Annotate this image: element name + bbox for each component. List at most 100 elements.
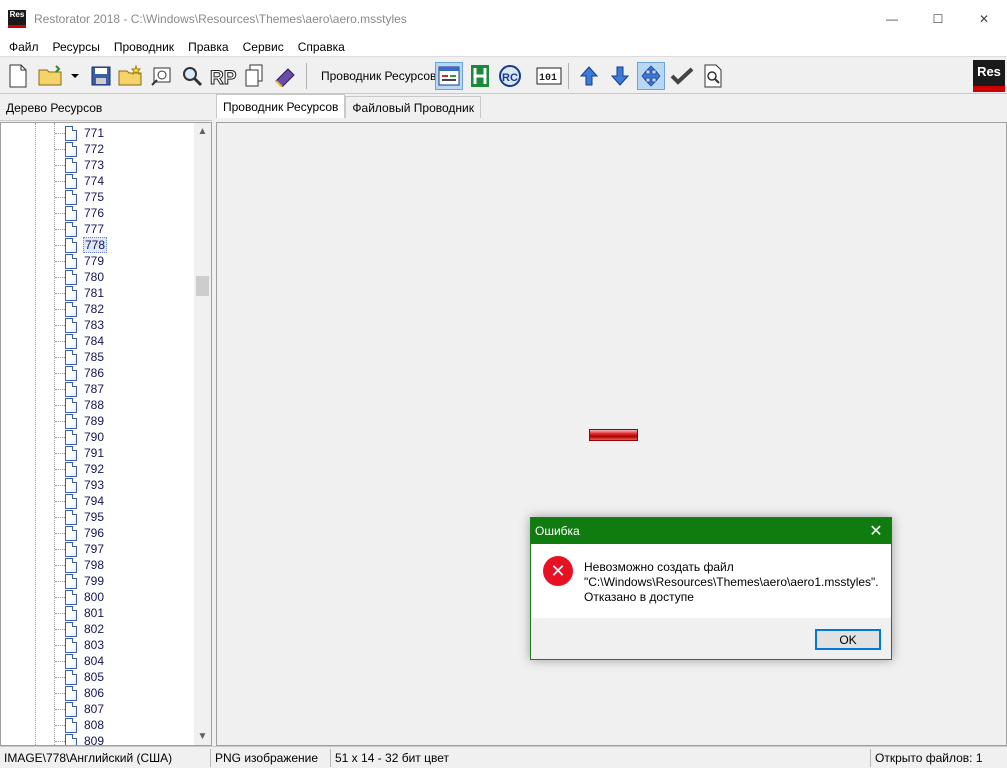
tree-item[interactable]: 775: [55, 189, 105, 205]
menu-resources[interactable]: Ресурсы: [46, 40, 107, 54]
open-folder-icon[interactable]: [37, 62, 65, 90]
ok-button[interactable]: OK: [815, 629, 881, 650]
tree-item[interactable]: 798: [55, 557, 105, 573]
tree-connector: [55, 276, 65, 278]
menu-service[interactable]: Сервис: [236, 40, 291, 54]
tree-connector: [55, 164, 65, 166]
tree-item[interactable]: 777: [55, 221, 105, 237]
tree-item[interactable]: 802: [55, 621, 105, 637]
tree-item[interactable]: 785: [55, 349, 105, 365]
tree-item[interactable]: 779: [55, 253, 105, 269]
tree-item[interactable]: 773: [55, 157, 105, 173]
scroll-up-icon[interactable]: ▲: [194, 123, 211, 140]
copy-pages-icon[interactable]: [240, 62, 268, 90]
tree-item[interactable]: 801: [55, 605, 105, 621]
tree-item[interactable]: 776: [55, 205, 105, 221]
close-button[interactable]: ✕: [961, 0, 1007, 38]
status-dimensions: 51 x 14 - 32 бит цвет: [335, 751, 449, 765]
fit-view-icon[interactable]: [637, 62, 665, 90]
scrollbar-thumb[interactable]: [196, 276, 209, 296]
tree-connector: [55, 676, 65, 678]
tree-item[interactable]: 789: [55, 413, 105, 429]
tree-item[interactable]: 774: [55, 173, 105, 189]
tree-item[interactable]: 778: [55, 237, 108, 253]
tree-item-label: 794: [84, 494, 105, 508]
arrow-down-icon[interactable]: [606, 62, 634, 90]
resource-tree[interactable]: 771 772 773 774 775 776 777 778 779 780 781 782 783 7…: [0, 122, 212, 746]
tree-item[interactable]: 771: [55, 125, 105, 141]
tree-item[interactable]: 806: [55, 685, 105, 701]
tree-connector: [55, 132, 65, 134]
search-icon[interactable]: [178, 62, 206, 90]
tree-item[interactable]: 783: [55, 317, 105, 333]
tree-item[interactable]: 786: [55, 365, 105, 381]
menu-edit[interactable]: Правка: [181, 40, 236, 54]
menu-explorer[interactable]: Проводник: [107, 40, 181, 54]
tree-item[interactable]: 800: [55, 589, 105, 605]
rc-icon[interactable]: RC: [496, 62, 524, 90]
app-icon[interactable]: Res: [8, 10, 26, 28]
tree-item[interactable]: 784: [55, 333, 105, 349]
rp-icon[interactable]: RP: [209, 62, 238, 90]
tree-item[interactable]: 804: [55, 653, 105, 669]
resource-view-icon[interactable]: [435, 62, 463, 90]
file-icon: [65, 429, 77, 445]
save-icon[interactable]: [87, 62, 115, 90]
tree-connector: [55, 644, 65, 646]
file-icon: [65, 493, 77, 509]
tree-item[interactable]: 799: [55, 573, 105, 589]
extract-icon[interactable]: [148, 62, 176, 90]
tree-item[interactable]: 790: [55, 429, 105, 445]
binary-icon[interactable]: 101: [535, 62, 563, 90]
tree-item[interactable]: 772: [55, 141, 105, 157]
tree-item[interactable]: 808: [55, 717, 105, 733]
book-help-icon[interactable]: [271, 62, 299, 90]
tree-item[interactable]: 792: [55, 461, 105, 477]
minimize-button[interactable]: —: [869, 0, 915, 38]
tree-connector: [55, 580, 65, 582]
maximize-button[interactable]: ☐: [915, 0, 961, 38]
status-separator: [330, 749, 331, 767]
title-bar: Res Restorator 2018 - C:\Windows\Resourc…: [0, 0, 1007, 38]
new-file-icon[interactable]: [4, 62, 32, 90]
tree-connector: [55, 388, 65, 390]
tree-scrollbar[interactable]: ▲ ▼: [194, 123, 211, 745]
scroll-down-icon[interactable]: ▼: [194, 728, 211, 745]
tree-item[interactable]: 794: [55, 493, 105, 509]
tree-item[interactable]: 781: [55, 285, 105, 301]
dialog-close-icon[interactable]: ✕: [861, 518, 891, 544]
tree-item[interactable]: 803: [55, 637, 105, 653]
file-icon: [65, 509, 77, 525]
tree-connector: [55, 548, 65, 550]
menu-help[interactable]: Справка: [291, 40, 352, 54]
tree-item[interactable]: 787: [55, 381, 105, 397]
arrow-up-icon[interactable]: [575, 62, 603, 90]
tree-item[interactable]: 782: [55, 301, 105, 317]
checkmark-icon[interactable]: [668, 62, 696, 90]
dropdown-arrow-icon[interactable]: [66, 62, 84, 90]
open-folder-star-icon[interactable]: [116, 62, 144, 90]
menu-file[interactable]: Файл: [2, 40, 46, 54]
file-icon: [65, 621, 77, 637]
tree-connector: [55, 628, 65, 630]
tree-item[interactable]: 795: [55, 509, 105, 525]
tree-item[interactable]: 809: [55, 733, 105, 746]
dialog-message-line: Отказано в доступе: [584, 590, 694, 604]
tree-item[interactable]: 807: [55, 701, 105, 717]
tree-item[interactable]: 793: [55, 477, 105, 493]
tree-item[interactable]: 791: [55, 445, 105, 461]
hex-icon[interactable]: [466, 62, 494, 90]
tab-resource-explorer[interactable]: Проводник Ресурсов: [216, 94, 346, 118]
status-type: PNG изображение: [215, 751, 319, 765]
tree-item[interactable]: 797: [55, 541, 105, 557]
tree-item[interactable]: 805: [55, 669, 105, 685]
file-icon: [65, 253, 77, 269]
tree-item[interactable]: 788: [55, 397, 105, 413]
tree-item[interactable]: 796: [55, 525, 105, 541]
file-icon: [65, 221, 77, 237]
tree-item-label: 809: [84, 734, 105, 746]
tree-item[interactable]: 780: [55, 269, 105, 285]
tab-file-explorer[interactable]: Файловый Проводник: [345, 96, 481, 118]
preview-search-icon[interactable]: [699, 62, 727, 90]
toolbar-separator: [306, 63, 307, 89]
